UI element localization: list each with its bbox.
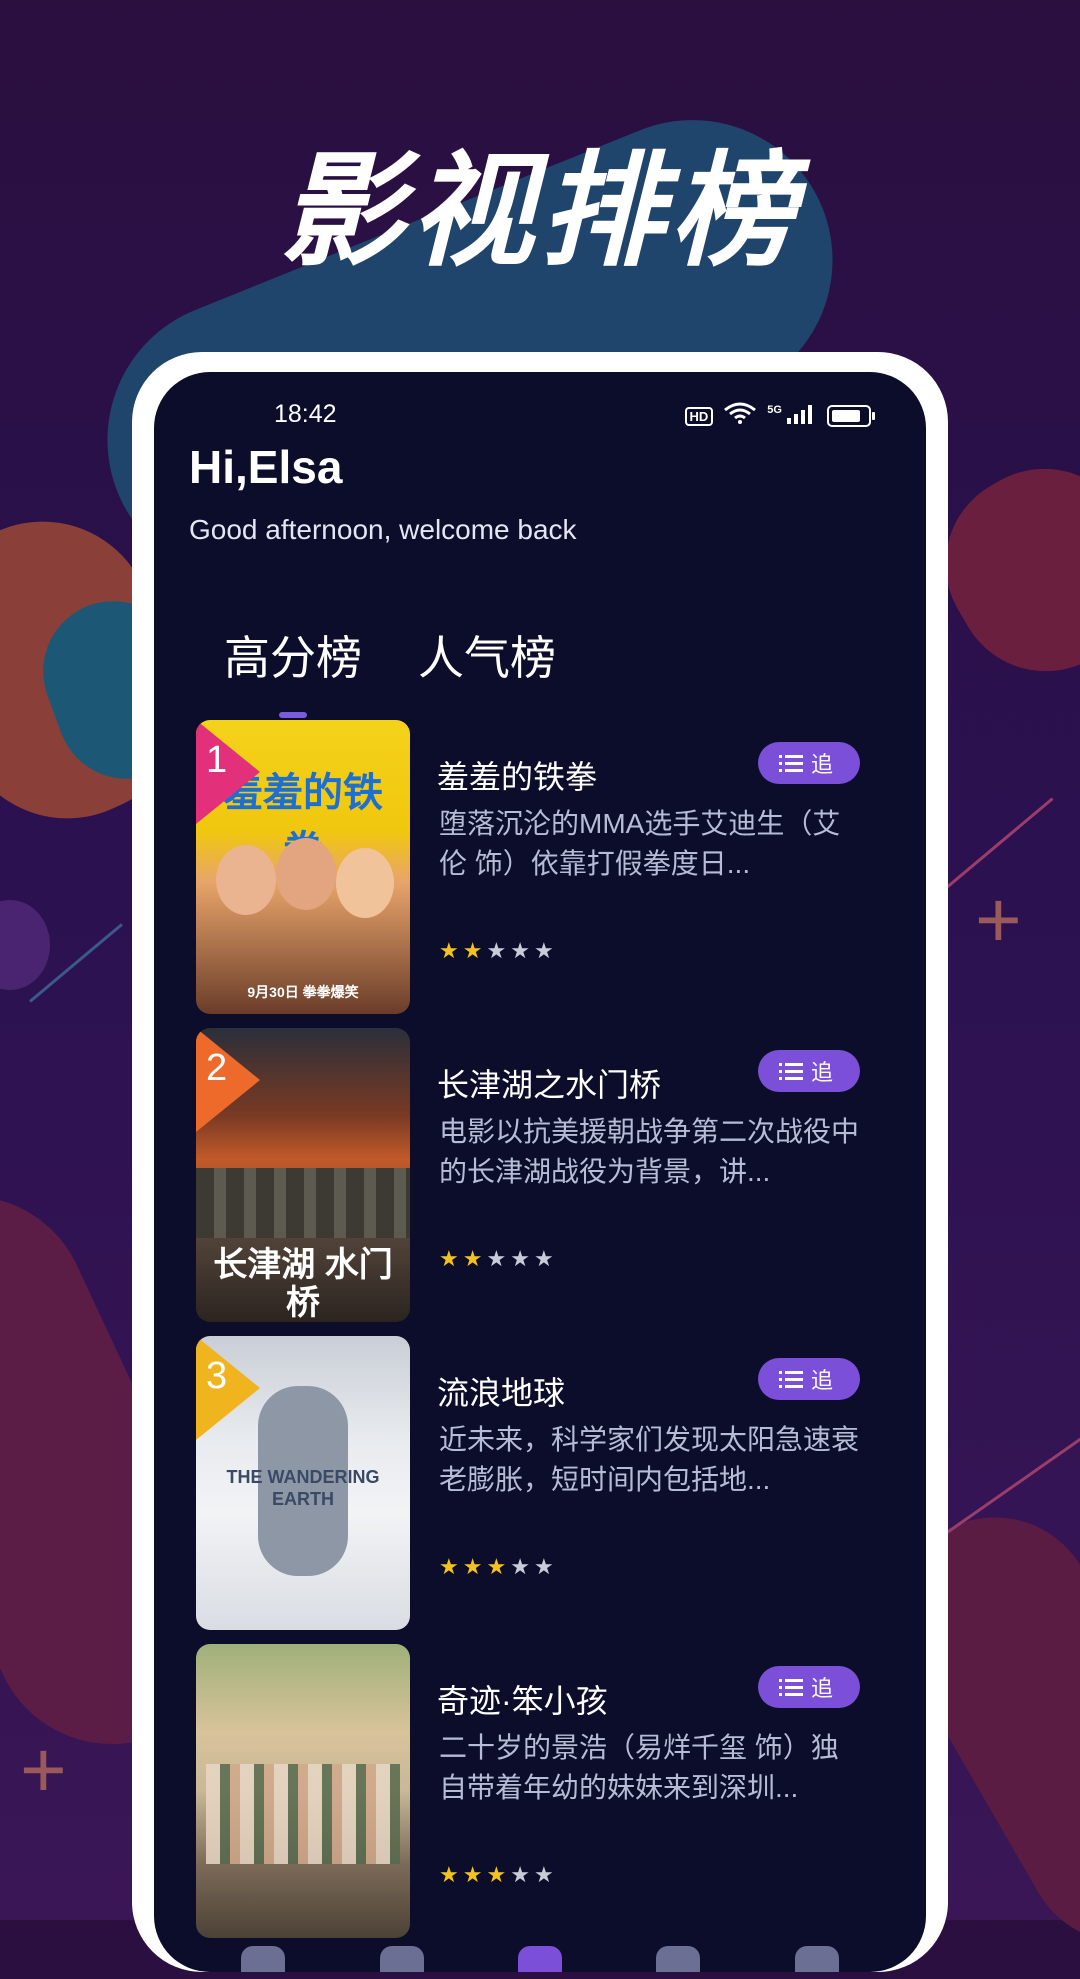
rank-number: 1	[206, 739, 228, 781]
follow-button[interactable]: 追	[758, 742, 860, 784]
phone-screen: 18:42 HD 5G Hi,Elsa Good afternoon, welc…	[154, 372, 926, 1972]
tv-icon[interactable]	[656, 1946, 701, 1972]
rank-badge: 3	[196, 1336, 260, 1440]
background-line	[29, 923, 123, 1003]
active-tab-indicator	[279, 712, 307, 718]
poster-face	[216, 845, 276, 915]
list-icon	[778, 754, 803, 772]
poster-title: THE WANDERING EARTH	[226, 1467, 380, 1509]
poster-soldiers	[196, 1168, 410, 1238]
status-time: 18:42	[274, 400, 337, 428]
star-icon: ★	[462, 1862, 483, 1887]
star-icon: ★	[510, 1246, 530, 1271]
greeting-title: Hi,Elsa	[189, 441, 343, 493]
star-icon: ★	[486, 1246, 507, 1271]
wifi-icon	[723, 402, 757, 430]
rating-stars: ★ ★ ★ ★ ★	[439, 1246, 554, 1272]
movie-description: 二十岁的景浩（易烊千玺 饰）独自带着年幼的妹妹来到深圳...	[439, 1732, 839, 1803]
list-item[interactable]: 长津湖 水门桥 2 长津湖之水门桥 电影以抗美援朝战争第二次战役中的长津湖战役为…	[154, 1028, 926, 1322]
cellular-signal-icon: 5G	[767, 404, 817, 429]
movie-description: 堕落沉沦的MMA选手艾迪生（艾伦 饰）依靠打假拳度日...	[439, 808, 841, 879]
star-icon: ★	[533, 938, 554, 963]
star-icon: ★	[533, 1246, 554, 1271]
movie-description: 电影以抗美援朝战争第二次战役中的长津湖战役为背景，讲...	[439, 1116, 859, 1187]
home-icon[interactable]	[241, 1946, 286, 1972]
movie-poster[interactable]: 长津湖 水门桥 2	[196, 1028, 410, 1322]
star-icon: ★	[533, 1862, 554, 1887]
star-icon: ★	[439, 938, 459, 963]
movie-poster[interactable]: THE WANDERING EARTH 3	[196, 1336, 410, 1630]
follow-label: 追	[810, 752, 833, 777]
movie-description: 近未来，科学家们发现太阳急速衰老膨胀，短时间内包括地...	[439, 1424, 859, 1495]
movie-title[interactable]: 奇迹·笨小孩	[437, 1676, 608, 1722]
tab-label: 人气榜	[418, 632, 556, 684]
list-item[interactable]: 奇迹·笨小孩 二十岁的景浩（易烊千玺 饰）独自带着年幼的妹妹来到深圳... ★ …	[154, 1644, 926, 1938]
plus-decoration: +	[975, 875, 1022, 964]
rank-badge: 2	[196, 1028, 260, 1132]
rating-stars: ★ ★ ★ ★ ★	[439, 938, 554, 964]
list-icon	[778, 1062, 803, 1080]
poster-face	[276, 838, 336, 910]
movie-poster[interactable]: 羞羞的铁拳 9月30日 拳拳爆笑 1	[196, 720, 410, 1014]
star-icon: ★	[510, 1862, 530, 1887]
star-icon: ★	[486, 1554, 507, 1579]
list-item[interactable]: 羞羞的铁拳 9月30日 拳拳爆笑 1 羞羞的铁拳 堕落沉沦的MMA选手艾迪生（艾…	[154, 720, 926, 1014]
rating-stars: ★ ★ ★ ★ ★	[439, 1862, 554, 1888]
plus-decoration: +	[20, 1725, 67, 1814]
star-icon: ★	[439, 1862, 459, 1887]
rank-number: 2	[206, 1047, 228, 1089]
movie-title[interactable]: 长津湖之水门桥	[437, 1060, 661, 1106]
greeting-subtitle: Good afternoon, welcome back	[189, 514, 577, 545]
network-type: 5G	[767, 403, 782, 416]
tab-high-score[interactable]: 高分榜	[224, 622, 362, 718]
page-headline: 影视排榜	[279, 140, 800, 284]
ranking-tabs: 高分榜 人气榜	[224, 622, 556, 718]
poster-crowd	[206, 1764, 400, 1864]
follow-label: 追	[810, 1060, 833, 1085]
star-icon: ★	[439, 1554, 459, 1579]
movie-poster[interactable]	[196, 1644, 410, 1938]
hd-icon: HD	[684, 406, 714, 426]
list-icon	[778, 1678, 803, 1696]
follow-button[interactable]: 追	[758, 1050, 860, 1092]
follow-button[interactable]: 追	[758, 1666, 860, 1708]
status-bar: 18:42 HD 5G	[154, 400, 926, 440]
ranking-icon[interactable]	[517, 1946, 562, 1972]
status-icons: HD 5G	[684, 402, 875, 430]
background-shape	[0, 900, 50, 990]
category-icon[interactable]	[379, 1946, 424, 1972]
tab-popularity[interactable]: 人气榜	[418, 622, 556, 688]
star-icon: ★	[533, 1554, 554, 1579]
list-item[interactable]: THE WANDERING EARTH 3 流浪地球 近未来，科学家们发现太阳急…	[154, 1336, 926, 1630]
tab-label: 高分榜	[224, 632, 362, 684]
star-icon: ★	[510, 1554, 530, 1579]
star-icon: ★	[462, 1554, 483, 1579]
movie-title[interactable]: 流浪地球	[437, 1368, 565, 1414]
star-icon: ★	[486, 938, 507, 963]
rank-number: 3	[206, 1355, 228, 1397]
follow-button[interactable]: 追	[758, 1358, 860, 1400]
battery-icon	[827, 405, 875, 427]
bottom-navigation	[154, 1932, 926, 1972]
star-icon: ★	[462, 1246, 483, 1271]
star-icon: ★	[510, 938, 530, 963]
poster-face	[336, 848, 394, 918]
star-icon: ★	[462, 938, 483, 963]
poster-date: 9月30日 拳拳爆笑	[247, 984, 359, 1000]
follow-label: 追	[810, 1368, 833, 1393]
star-icon: ★	[486, 1862, 507, 1887]
poster-title: 长津湖 水门桥	[213, 1246, 393, 1322]
follow-label: 追	[810, 1676, 833, 1701]
star-icon: ★	[439, 1246, 459, 1271]
list-icon	[778, 1370, 803, 1388]
profile-icon[interactable]	[794, 1946, 839, 1972]
movie-title[interactable]: 羞羞的铁拳	[437, 752, 597, 798]
rating-stars: ★ ★ ★ ★ ★	[439, 1554, 554, 1580]
